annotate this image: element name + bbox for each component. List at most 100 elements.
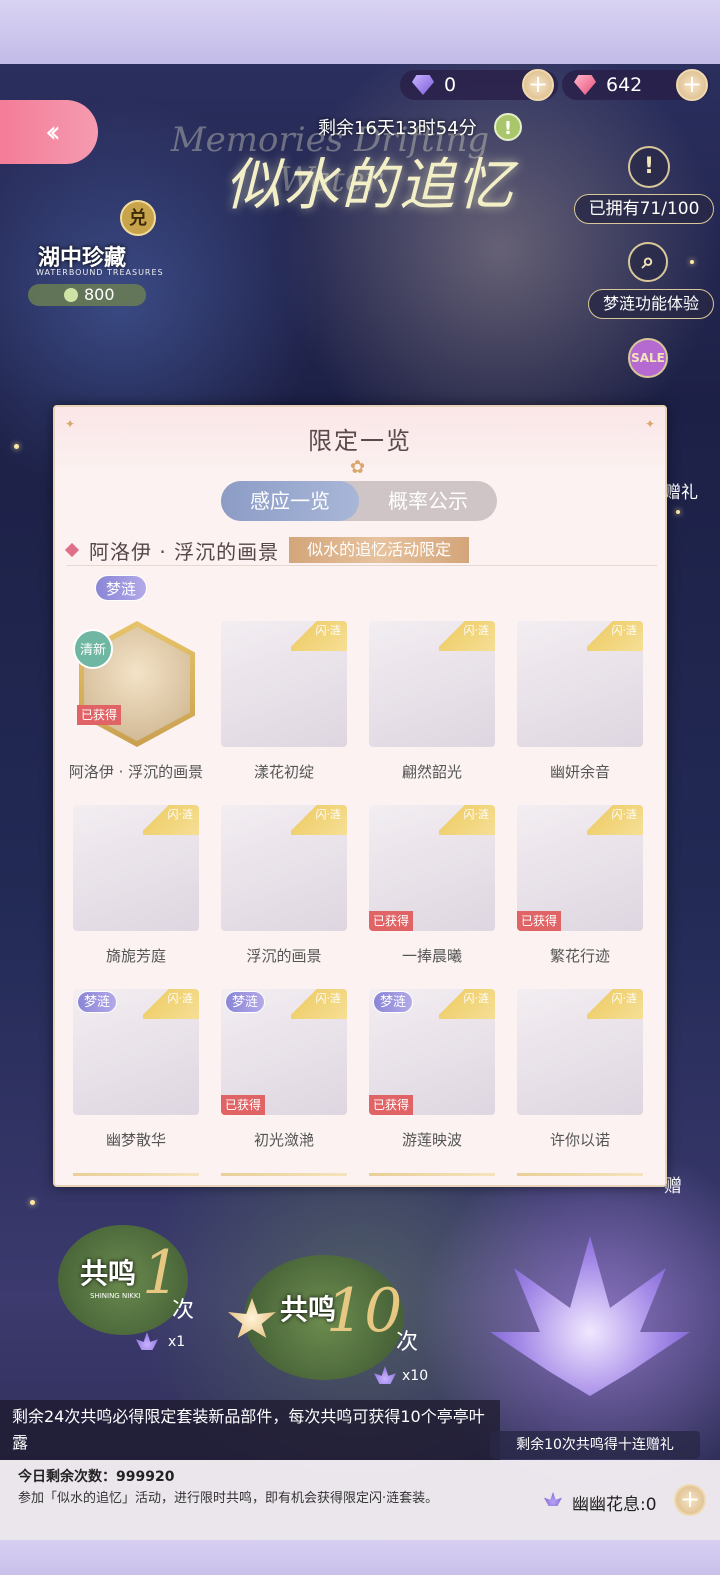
rarity-corner: 闪·涟: [439, 621, 495, 651]
search-button[interactable]: ⌕: [628, 242, 668, 282]
item-name: 一捧晨曦: [401, 947, 462, 965]
draw-once-label: 共鸣: [80, 1257, 137, 1290]
divider: [67, 565, 657, 566]
item-thumbnail: 清新 已获得: [73, 621, 199, 747]
type-badge: 梦涟: [373, 991, 414, 1013]
item-name: 初光潋滟: [253, 1131, 314, 1149]
tab-induction-list[interactable]: 感应一览: [221, 481, 359, 521]
item-card[interactable]: 闪·涟 许你以诺: [517, 989, 643, 1150]
item-card[interactable]: 闪·涟 翩然韶光: [369, 621, 495, 782]
item-thumbnail: 闪·涟 梦涟: [73, 989, 199, 1115]
brand-label: SHINING NIKKI: [90, 1292, 141, 1300]
flower-ornament-icon: ✿: [350, 457, 366, 478]
owned-tag: 已获得: [517, 911, 562, 931]
item-thumbnail: 闪·涟 梦涟已获得: [221, 989, 347, 1115]
purple-diamond-icon: [412, 75, 434, 95]
top-status-strip: [0, 0, 720, 64]
add-purple-diamond-button[interactable]: +: [522, 69, 554, 101]
scroll-indicator[interactable]: [73, 1173, 649, 1177]
bloom-counter: 幽幽花息:0: [572, 1495, 657, 1515]
modal-tabs: 感应一览 概率公示: [221, 481, 497, 521]
item-card[interactable]: 闪·涟 梦涟 幽梦散华: [73, 989, 199, 1150]
treasure-count: 800: [28, 284, 146, 306]
search-icon: ⌕: [641, 249, 655, 274]
warning-button[interactable]: !: [628, 146, 670, 188]
rarity-corner: 闪·涟: [291, 805, 347, 835]
limited-items-modal: ✦ ✦ 限定一览 ✿ 感应一览 概率公示 阿洛伊 · 浮沉的画景 似水的追忆活动…: [53, 405, 667, 1187]
remaining-today: 今日剩余次数：999920: [18, 1469, 175, 1485]
add-pink-diamond-button[interactable]: +: [676, 69, 708, 101]
item-name: 旖旎芳庭: [105, 947, 166, 965]
item-thumbnail: 闪·涟已获得: [369, 805, 495, 931]
suit-header: 阿洛伊 · 浮沉的画景 似水的追忆活动限定: [64, 535, 470, 565]
item-thumbnail: 闪·涟: [517, 989, 643, 1115]
rarity-corner: 闪·涟: [439, 989, 495, 1019]
item-name: 浮沉的画景: [246, 947, 322, 965]
item-name: 幽妍余音: [549, 763, 610, 781]
double-chevron-left-icon: ‹‹: [45, 114, 61, 150]
item-card[interactable]: 清新 已获得 阿洛伊 · 浮沉的画景: [69, 621, 203, 782]
rarity-corner: 闪·涟: [439, 805, 495, 835]
item-card[interactable]: 闪·涟 梦涟已获得 初光潋滟: [221, 989, 347, 1150]
tab-probability[interactable]: 概率公示: [359, 481, 497, 521]
suit-name: 阿洛伊 · 浮沉的画景: [89, 539, 280, 564]
owned-tag: 已获得: [221, 1095, 266, 1115]
exchange-badge[interactable]: 兑: [120, 200, 156, 236]
sparkle-decoration: [30, 1200, 35, 1205]
item-name: 许你以诺: [549, 1131, 610, 1149]
feature-trial-button[interactable]: 梦涟功能体验: [588, 289, 714, 319]
item-name: 繁花行迹: [549, 947, 610, 965]
owned-count: 已拥有71/100: [574, 194, 714, 224]
item-card[interactable]: 闪·涟 漾花初绽: [221, 621, 347, 782]
type-badge: 梦涟: [225, 991, 266, 1013]
draw-once-cost: x1: [168, 1334, 186, 1350]
item-thumbnail: 闪·涟: [369, 621, 495, 747]
treasure-count-value: 800: [84, 285, 115, 304]
style-badge: 清新: [73, 629, 113, 669]
item-card[interactable]: 闪·涟 旖旎芳庭: [73, 805, 199, 966]
owned-tag: 已获得: [77, 705, 122, 725]
item-thumbnail: 闪·涟: [73, 805, 199, 931]
owned-tag: 已获得: [369, 1095, 414, 1115]
sparkle-decoration: [14, 444, 19, 449]
rarity-corner: 闪·涟: [587, 621, 643, 651]
pink-diamond-icon: [574, 75, 596, 95]
diamond-bullet-icon: [64, 542, 80, 558]
item-thumbnail: 闪·涟: [221, 621, 347, 747]
bottom-strip: [0, 1540, 720, 1575]
rarity-corner: 闪·涟: [587, 989, 643, 1019]
item-card[interactable]: 闪·涟 浮沉的画景: [221, 805, 347, 966]
modal-title: 限定一览: [308, 427, 412, 455]
sparkle-decoration: [676, 510, 680, 514]
item-card[interactable]: 闪·涟已获得 一捧晨曦: [369, 805, 495, 966]
type-badge: 梦涟: [95, 575, 148, 601]
item-thumbnail: 闪·涟: [221, 805, 347, 931]
rarity-corner: 闪·涟: [291, 989, 347, 1019]
owned-tag: 已获得: [369, 911, 414, 931]
item-name: 漾花初绽: [253, 763, 314, 781]
sale-button[interactable]: SALE: [628, 338, 668, 378]
draw-ten-cost: x10: [402, 1368, 429, 1384]
gift-label[interactable]: 赠礼: [664, 478, 698, 503]
pink-diamond-value: 642: [606, 74, 643, 96]
draw-ten-number: 10: [326, 1276, 403, 1346]
event-title: 似水的追忆: [225, 153, 515, 218]
event-description: 参加「似水的追忆」活动，进行限时共鸣，即有机会获得限定闪·涟套装。: [18, 1491, 439, 1506]
warning-icon: !: [643, 154, 655, 179]
guarantee-info: 剩余24次共鸣必得限定套装新品部件，每次共鸣可获得10个亭亭叶露: [0, 1400, 500, 1460]
item-thumbnail: 闪·涟 梦涟已获得: [369, 989, 495, 1115]
leaf-dew-icon: [64, 288, 78, 302]
rarity-corner: 闪·涟: [143, 805, 199, 835]
back-button[interactable]: ‹‹: [0, 100, 98, 164]
item-name: 翩然韶光: [401, 763, 462, 781]
suit-limited-tag: 似水的追忆活动限定: [289, 537, 470, 563]
sale-bag-icon: SALE: [631, 351, 665, 365]
item-card[interactable]: 闪·涟 已获得 繁花行迹: [517, 805, 643, 966]
item-card[interactable]: 闪·涟 梦涟 已获得 游莲映波: [369, 989, 495, 1150]
item-thumbnail: 闪·涟: [517, 621, 643, 747]
rarity-corner: 闪·涟: [143, 989, 199, 1019]
item-thumbnail: 闪·涟 已获得: [517, 805, 643, 931]
bonus-info: 剩余10次共鸣得十连赠礼: [490, 1431, 700, 1459]
add-bloom-button[interactable]: +: [674, 1484, 706, 1516]
item-card[interactable]: 闪·涟 幽妍余音: [517, 621, 643, 782]
